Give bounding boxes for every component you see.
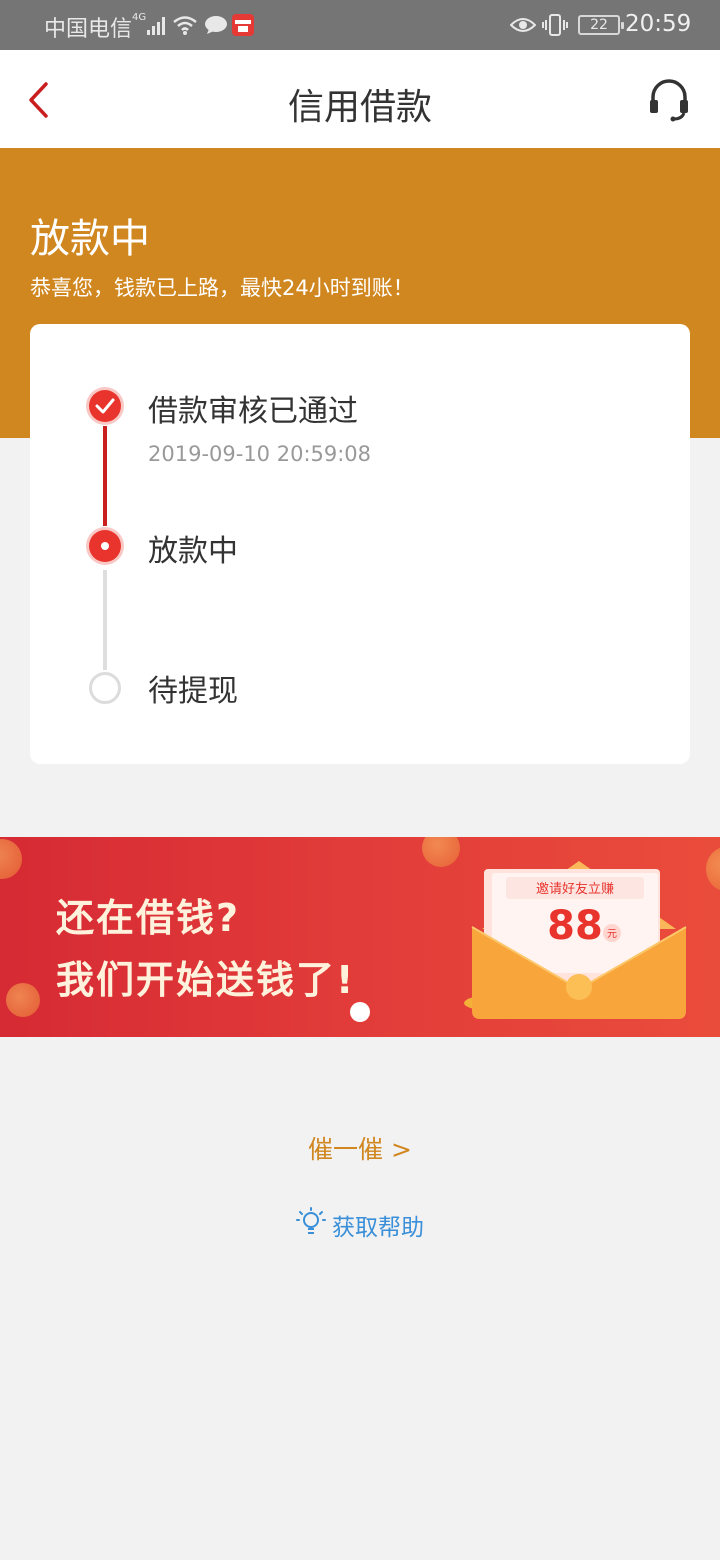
- lightbulb-icon: [296, 1207, 326, 1234]
- carrier-name: 中国电信: [44, 17, 133, 42]
- app-header: 信用借款: [0, 50, 720, 148]
- promo-amount: 88: [547, 903, 603, 949]
- network-type: 4G: [132, 12, 147, 23]
- status-bar: 中国电信 4G 22 20:59: [0, 0, 720, 50]
- message-icon: [205, 16, 227, 34]
- coin-decoration: [422, 837, 460, 867]
- clock: 20:59: [625, 11, 692, 37]
- loan-status-title: 放款中: [30, 216, 150, 262]
- step-pending-indicator: [89, 672, 121, 704]
- step-time-approved: 2019-09-10 20:59:08: [148, 442, 372, 466]
- step-label-disbursing: 放款中: [148, 534, 238, 569]
- red-envelope-illustration: 邀请好友立赚 88 元: [464, 861, 687, 1019]
- app-notification-icon: [232, 14, 254, 36]
- get-help-label: 获取帮助: [332, 1215, 424, 1241]
- step-active-indicator: [89, 530, 121, 562]
- promo-banner[interactable]: 还在借钱? 我们开始送钱了! 邀请好友立赚 88 元: [0, 837, 720, 1037]
- wifi-icon: [173, 16, 197, 35]
- coin-decoration: [0, 839, 22, 879]
- page-title: 信用借款: [287, 87, 432, 128]
- carousel-indicator[interactable]: [350, 1002, 370, 1022]
- signal-icon: [147, 17, 165, 35]
- coin-decoration: [6, 983, 40, 1017]
- vibrate-icon: [542, 14, 568, 36]
- promo-headline-1: 还在借钱?: [56, 896, 241, 940]
- battery-icon: 22: [578, 15, 624, 35]
- eye-comfort-icon: [510, 18, 536, 32]
- progress-line-pending: [103, 570, 107, 670]
- promo-unit: 元: [607, 929, 617, 940]
- check-icon: [95, 398, 115, 414]
- progress-card: 借款审核已通过 2019-09-10 20:59:08 放款中 待提现: [30, 324, 690, 764]
- progress-line-completed: [103, 426, 107, 526]
- loan-status-description: 恭喜您，钱款已上路，最快24小时到账！: [30, 276, 414, 300]
- step-done-indicator: [89, 390, 121, 422]
- step-label-withdraw: 待提现: [148, 674, 238, 709]
- step-label-approved: 借款审核已通过: [148, 394, 358, 429]
- promo-headline-2: 我们开始送钱了!: [56, 958, 356, 1002]
- urge-link[interactable]: 催一催 >: [0, 1130, 720, 1166]
- headset-icon[interactable]: [646, 77, 692, 123]
- coin-decoration: [706, 847, 720, 891]
- promo-invite-text: 邀请好友立赚: [536, 881, 614, 897]
